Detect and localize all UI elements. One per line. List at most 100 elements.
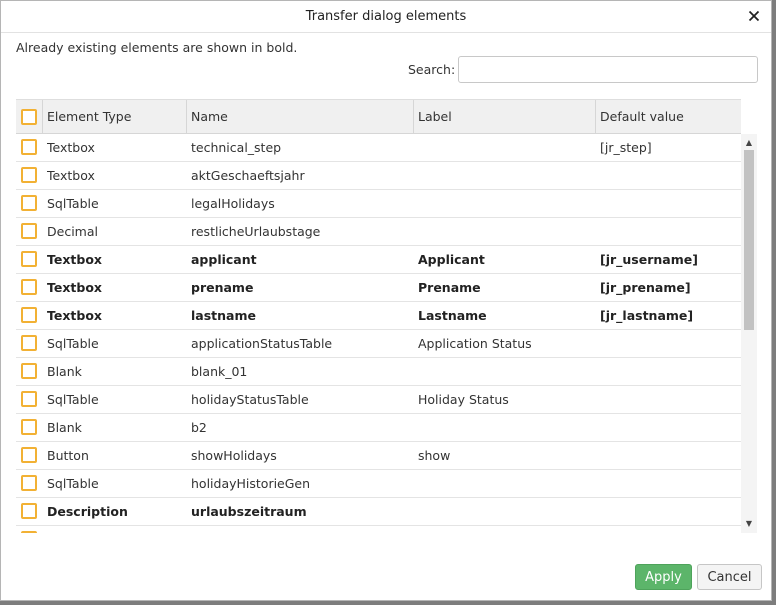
cell-default-value [600,358,741,385]
cell-element-type: Decimal [47,224,98,239]
cell-name: applicationStatusTable [191,336,333,351]
cell-default-value [600,386,741,413]
cell-default-value [600,162,741,189]
table-row[interactable]: Blank blank_01 [16,358,741,386]
table-row[interactable]: SqlTable holidayStatusTable Holiday Status [16,386,741,414]
row-checkbox[interactable] [21,167,37,183]
header-select-all [16,100,43,133]
cell-label [418,470,596,497]
cell-label [418,190,596,217]
cell-label [418,134,596,161]
row-checkbox[interactable] [21,335,37,351]
row-checkbox[interactable] [21,391,37,407]
apply-button[interactable]: Apply [635,564,692,590]
cell-default-value [600,526,741,533]
cell-default-value [600,414,741,441]
cell-label [418,218,596,245]
cell-default-value: [jr_prename] [600,280,691,295]
cell-name: aktGeschaeftsjahr [191,168,305,183]
scroll-down-arrow-icon[interactable]: ▼ [741,518,757,530]
table-row[interactable]: SqlTable holidayHistorieGen [16,470,741,498]
cell-default-value [600,470,741,497]
cell-name: holidayStatusTable [191,392,309,407]
cell-label: show [418,448,451,463]
row-checkbox[interactable] [21,251,37,267]
cell-label [418,414,596,441]
cell-element-type: SqlTable [47,476,99,491]
cell-element-type: Blank [47,420,82,435]
table-row[interactable]: Decimal restlicheUrlaubstage [16,218,741,246]
cell-element-type: Textbox [47,168,95,183]
elements-table: Element Type Name Label Default value Te… [16,99,757,533]
select-all-checkbox[interactable] [21,109,37,125]
cell-name: restlicheUrlaubstage [191,224,321,239]
table-row[interactable] [16,526,741,533]
cell-element-type: Textbox [47,308,102,323]
cell-name [191,526,414,533]
cell-default-value: [jr_step] [600,140,652,155]
cell-label [418,162,596,189]
cell-element-type: Description [47,504,128,519]
cell-element-type: Button [47,448,89,463]
cell-name: holidayHistorieGen [191,476,311,491]
row-checkbox[interactable] [21,475,37,491]
table-row[interactable]: SqlTable legalHolidays [16,190,741,218]
row-checkbox[interactable] [21,307,37,323]
table-row[interactable]: Description urlaubszeitraum [16,498,741,526]
transfer-dialog: Transfer dialog elements Already existin… [0,0,772,601]
cell-label [418,526,596,533]
row-checkbox[interactable] [21,531,37,533]
cell-element-type: Blank [47,364,82,379]
cell-label [418,358,596,385]
info-text: Already existing elements are shown in b… [16,40,298,55]
row-checkbox[interactable] [21,447,37,463]
row-checkbox[interactable] [21,195,37,211]
scroll-up-arrow-icon[interactable]: ▲ [741,137,757,149]
dialog-title: Transfer dialog elements [305,9,467,24]
cell-label: Prename [418,280,481,295]
cell-name: blank_01 [191,364,248,379]
table-row[interactable]: Textbox technical_step [jr_step] [16,134,741,162]
column-header-name[interactable]: Name [187,100,414,133]
cell-default-value [600,442,741,469]
search-input[interactable] [458,56,758,83]
row-checkbox[interactable] [21,139,37,155]
cell-name: legalHolidays [191,196,275,211]
cell-name: prename [191,280,254,295]
column-header-element-type[interactable]: Element Type [43,100,187,133]
cell-default-value [600,330,741,357]
cell-name: technical_step [191,140,282,155]
table-row[interactable]: Textbox applicant Applicant [jr_username] [16,246,741,274]
cell-element-type: SqlTable [47,196,99,211]
row-checkbox[interactable] [21,363,37,379]
cell-element-type: SqlTable [47,336,99,351]
table-row[interactable]: SqlTable applicationStatusTable Applicatio… [16,330,741,358]
cell-default-value: [jr_username] [600,252,698,267]
row-checkbox[interactable] [21,223,37,239]
row-checkbox[interactable] [21,503,37,519]
column-header-label[interactable]: Label [414,100,596,133]
cell-default-value [600,190,741,217]
table-row[interactable]: Button showHolidays show [16,442,741,470]
cell-name: applicant [191,252,257,267]
table-row[interactable]: Textbox aktGeschaeftsjahr [16,162,741,190]
row-checkbox[interactable] [21,279,37,295]
cell-element-type: Textbox [47,252,102,267]
table-header: Element Type Name Label Default value [16,99,741,134]
column-header-default-value[interactable]: Default value [596,100,741,133]
cell-default-value: [jr_lastname] [600,308,694,323]
close-icon[interactable] [745,7,763,25]
cell-element-type: Textbox [47,140,95,155]
table-row[interactable]: Blank b2 [16,414,741,442]
row-checkbox[interactable] [21,419,37,435]
table-row[interactable]: Textbox lastname Lastname [jr_lastname] [16,302,741,330]
cell-name: lastname [191,308,256,323]
table-scrollbar[interactable]: ▲ ▼ [741,134,757,533]
cell-label: Holiday Status [418,392,509,407]
cell-element-type [47,526,187,533]
cancel-button[interactable]: Cancel [697,564,762,590]
scrollbar-thumb[interactable] [744,150,754,330]
table-row[interactable]: Textbox prename Prename [jr_prename] [16,274,741,302]
cell-name: showHolidays [191,448,277,463]
dialog-title-bar: Transfer dialog elements [1,1,771,33]
